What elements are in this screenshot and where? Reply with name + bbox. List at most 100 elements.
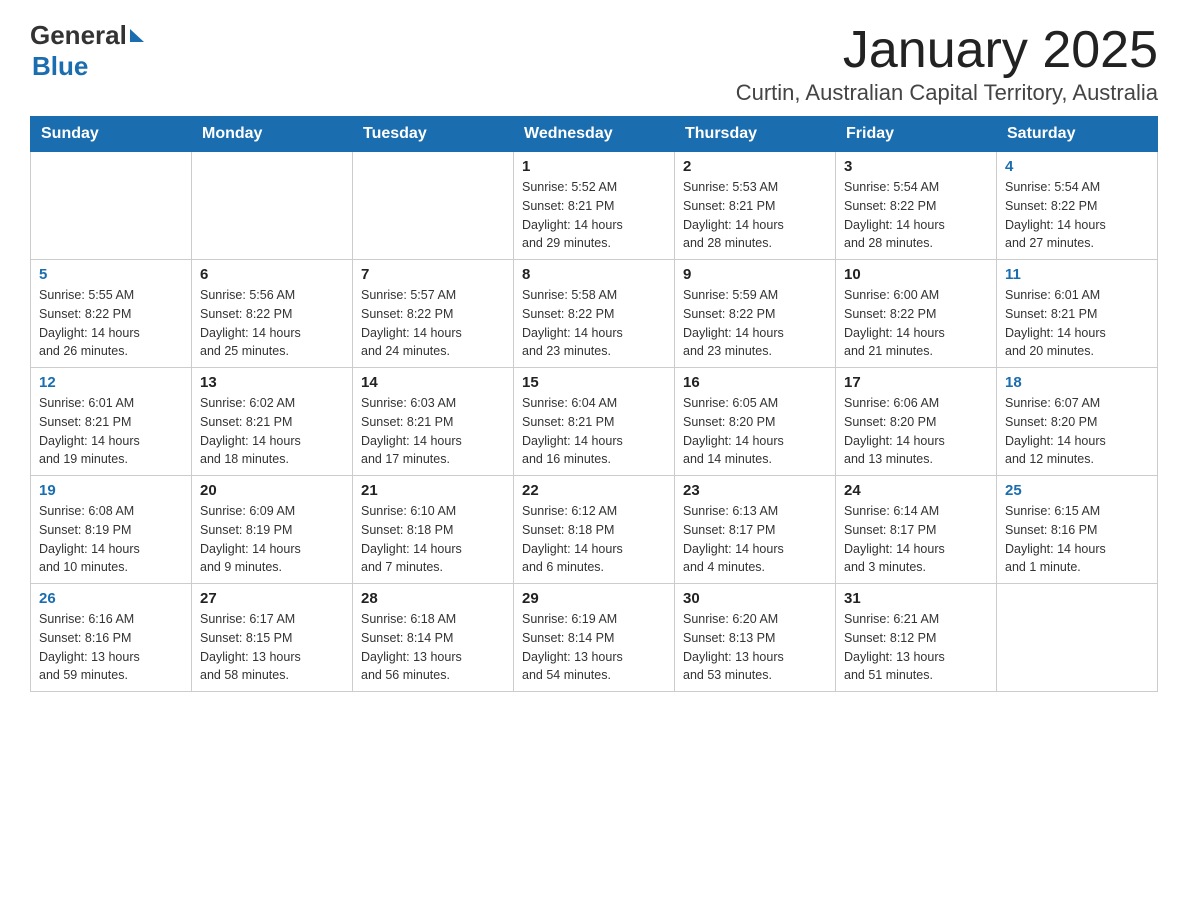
day-info: Sunrise: 6:20 AM Sunset: 8:13 PM Dayligh… (683, 610, 827, 685)
day-number: 18 (1005, 374, 1149, 391)
day-number: 1 (522, 158, 666, 175)
calendar-day-cell: 27 Sunrise: 6:17 AM Sunset: 8:15 PM Dayli… (192, 584, 353, 692)
day-number: 14 (361, 374, 505, 391)
calendar-day-cell: 28Sunrise: 6:18 AM Sunset: 8:14 PM Dayli… (353, 584, 514, 692)
calendar-day-cell: 15Sunrise: 6:04 AM Sunset: 8:21 PM Dayli… (514, 368, 675, 476)
calendar-day-cell: 18 Sunrise: 6:07 AM Sunset: 8:20 PM Dayli… (997, 368, 1158, 476)
day-info: Sunrise: 6:00 AM Sunset: 8:22 PM Dayligh… (844, 286, 988, 361)
day-number: 7 (361, 266, 505, 283)
day-number: 21 (361, 482, 505, 499)
calendar-day-cell: 3Sunrise: 5:54 AM Sunset: 8:22 PM Daylig… (836, 152, 997, 260)
day-info: Sunrise: 6:13 AM Sunset: 8:17 PM Dayligh… (683, 502, 827, 577)
day-info: Sunrise: 6:18 AM Sunset: 8:14 PM Dayligh… (361, 610, 505, 685)
day-number: 8 (522, 266, 666, 283)
week-row-1: 1 Sunrise: 5:52 AM Sunset: 8:21 PM Daylig… (31, 152, 1158, 260)
calendar-day-cell: 8 Sunrise: 5:58 AM Sunset: 8:22 PM Daylig… (514, 260, 675, 368)
day-info: Sunrise: 5:56 AM Sunset: 8:22 PM Dayligh… (200, 286, 344, 361)
calendar-day-cell: 22 Sunrise: 6:12 AM Sunset: 8:18 PM Dayli… (514, 476, 675, 584)
header-sunday: Sunday (31, 117, 192, 152)
logo: General Blue (30, 20, 144, 82)
calendar-day-cell: 13 Sunrise: 6:02 AM Sunset: 8:21 PM Dayli… (192, 368, 353, 476)
header-wednesday: Wednesday (514, 117, 675, 152)
day-info: Sunrise: 6:01 AM Sunset: 8:21 PM Dayligh… (39, 394, 183, 469)
day-number: 27 (200, 590, 344, 607)
day-number: 19 (39, 482, 183, 499)
calendar-day-cell: 2Sunrise: 5:53 AM Sunset: 8:21 PM Daylig… (675, 152, 836, 260)
day-number: 31 (844, 590, 988, 607)
day-number: 22 (522, 482, 666, 499)
day-info: Sunrise: 6:15 AM Sunset: 8:16 PM Dayligh… (1005, 502, 1149, 577)
day-number: 6 (200, 266, 344, 283)
day-info: Sunrise: 6:09 AM Sunset: 8:19 PM Dayligh… (200, 502, 344, 577)
day-info: Sunrise: 6:08 AM Sunset: 8:19 PM Dayligh… (39, 502, 183, 577)
calendar-day-cell: 12 Sunrise: 6:01 AM Sunset: 8:21 PM Dayli… (31, 368, 192, 476)
calendar-day-cell (997, 584, 1158, 692)
header-saturday: Saturday (997, 117, 1158, 152)
calendar-day-cell: 24Sunrise: 6:14 AM Sunset: 8:17 PM Dayli… (836, 476, 997, 584)
header-monday: Monday (192, 117, 353, 152)
calendar-day-cell: 11 Sunrise: 6:01 AM Sunset: 8:21 PM Dayli… (997, 260, 1158, 368)
calendar-day-cell: 30 Sunrise: 6:20 AM Sunset: 8:13 PM Dayli… (675, 584, 836, 692)
day-number: 15 (522, 374, 666, 391)
calendar-day-cell (192, 152, 353, 260)
day-info: Sunrise: 5:53 AM Sunset: 8:21 PM Dayligh… (683, 178, 827, 253)
day-info: Sunrise: 6:05 AM Sunset: 8:20 PM Dayligh… (683, 394, 827, 469)
day-info: Sunrise: 5:58 AM Sunset: 8:22 PM Dayligh… (522, 286, 666, 361)
calendar-header-row: SundayMondayTuesdayWednesdayThursdayFrid… (31, 117, 1158, 152)
day-number: 11 (1005, 266, 1149, 283)
day-info: Sunrise: 5:54 AM Sunset: 8:22 PM Dayligh… (1005, 178, 1149, 253)
calendar-day-cell: 26Sunrise: 6:16 AM Sunset: 8:16 PM Dayli… (31, 584, 192, 692)
week-row-5: 26Sunrise: 6:16 AM Sunset: 8:16 PM Dayli… (31, 584, 1158, 692)
calendar-table: SundayMondayTuesdayWednesdayThursdayFrid… (30, 116, 1158, 692)
day-info: Sunrise: 6:17 AM Sunset: 8:15 PM Dayligh… (200, 610, 344, 685)
day-number: 3 (844, 158, 988, 175)
header-friday: Friday (836, 117, 997, 152)
calendar-day-cell: 20Sunrise: 6:09 AM Sunset: 8:19 PM Dayli… (192, 476, 353, 584)
calendar-day-cell: 29Sunrise: 6:19 AM Sunset: 8:14 PM Dayli… (514, 584, 675, 692)
calendar-title: January 2025 (736, 20, 1158, 80)
day-number: 17 (844, 374, 988, 391)
calendar-day-cell (31, 152, 192, 260)
day-number: 23 (683, 482, 827, 499)
day-info: Sunrise: 6:21 AM Sunset: 8:12 PM Dayligh… (844, 610, 988, 685)
day-number: 12 (39, 374, 183, 391)
header-tuesday: Tuesday (353, 117, 514, 152)
day-info: Sunrise: 5:52 AM Sunset: 8:21 PM Dayligh… (522, 178, 666, 253)
calendar-day-cell: 14 Sunrise: 6:03 AM Sunset: 8:21 PM Dayli… (353, 368, 514, 476)
day-info: Sunrise: 6:14 AM Sunset: 8:17 PM Dayligh… (844, 502, 988, 577)
day-info: Sunrise: 6:06 AM Sunset: 8:20 PM Dayligh… (844, 394, 988, 469)
day-number: 10 (844, 266, 988, 283)
day-number: 30 (683, 590, 827, 607)
calendar-day-cell: 17 Sunrise: 6:06 AM Sunset: 8:20 PM Dayli… (836, 368, 997, 476)
day-info: Sunrise: 6:10 AM Sunset: 8:18 PM Dayligh… (361, 502, 505, 577)
calendar-day-cell: 6 Sunrise: 5:56 AM Sunset: 8:22 PM Daylig… (192, 260, 353, 368)
day-number: 9 (683, 266, 827, 283)
calendar-day-cell: 10 Sunrise: 6:00 AM Sunset: 8:22 PM Dayli… (836, 260, 997, 368)
day-info: Sunrise: 5:57 AM Sunset: 8:22 PM Dayligh… (361, 286, 505, 361)
logo-triangle-icon (130, 29, 144, 42)
calendar-day-cell (353, 152, 514, 260)
week-row-3: 12 Sunrise: 6:01 AM Sunset: 8:21 PM Dayli… (31, 368, 1158, 476)
calendar-day-cell: 4Sunrise: 5:54 AM Sunset: 8:22 PM Daylig… (997, 152, 1158, 260)
calendar-day-cell: 23 Sunrise: 6:13 AM Sunset: 8:17 PM Dayli… (675, 476, 836, 584)
week-row-2: 5Sunrise: 5:55 AM Sunset: 8:22 PM Daylig… (31, 260, 1158, 368)
calendar-subtitle: Curtin, Australian Capital Territory, Au… (736, 80, 1158, 106)
title-area: January 2025 Curtin, Australian Capital … (736, 20, 1158, 106)
day-number: 26 (39, 590, 183, 607)
day-number: 13 (200, 374, 344, 391)
calendar-day-cell: 9 Sunrise: 5:59 AM Sunset: 8:22 PM Daylig… (675, 260, 836, 368)
day-number: 5 (39, 266, 183, 283)
day-info: Sunrise: 6:03 AM Sunset: 8:21 PM Dayligh… (361, 394, 505, 469)
day-info: Sunrise: 5:59 AM Sunset: 8:22 PM Dayligh… (683, 286, 827, 361)
day-number: 16 (683, 374, 827, 391)
day-info: Sunrise: 6:07 AM Sunset: 8:20 PM Dayligh… (1005, 394, 1149, 469)
logo-blue-text: Blue (32, 51, 88, 82)
day-info: Sunrise: 6:12 AM Sunset: 8:18 PM Dayligh… (522, 502, 666, 577)
day-info: Sunrise: 6:01 AM Sunset: 8:21 PM Dayligh… (1005, 286, 1149, 361)
calendar-day-cell: 5Sunrise: 5:55 AM Sunset: 8:22 PM Daylig… (31, 260, 192, 368)
calendar-day-cell: 19 Sunrise: 6:08 AM Sunset: 8:19 PM Dayli… (31, 476, 192, 584)
day-info: Sunrise: 6:02 AM Sunset: 8:21 PM Dayligh… (200, 394, 344, 469)
calendar-day-cell: 1 Sunrise: 5:52 AM Sunset: 8:21 PM Daylig… (514, 152, 675, 260)
calendar-day-cell: 25Sunrise: 6:15 AM Sunset: 8:16 PM Dayli… (997, 476, 1158, 584)
page-header: General Blue January 2025 Curtin, Austra… (30, 20, 1158, 106)
